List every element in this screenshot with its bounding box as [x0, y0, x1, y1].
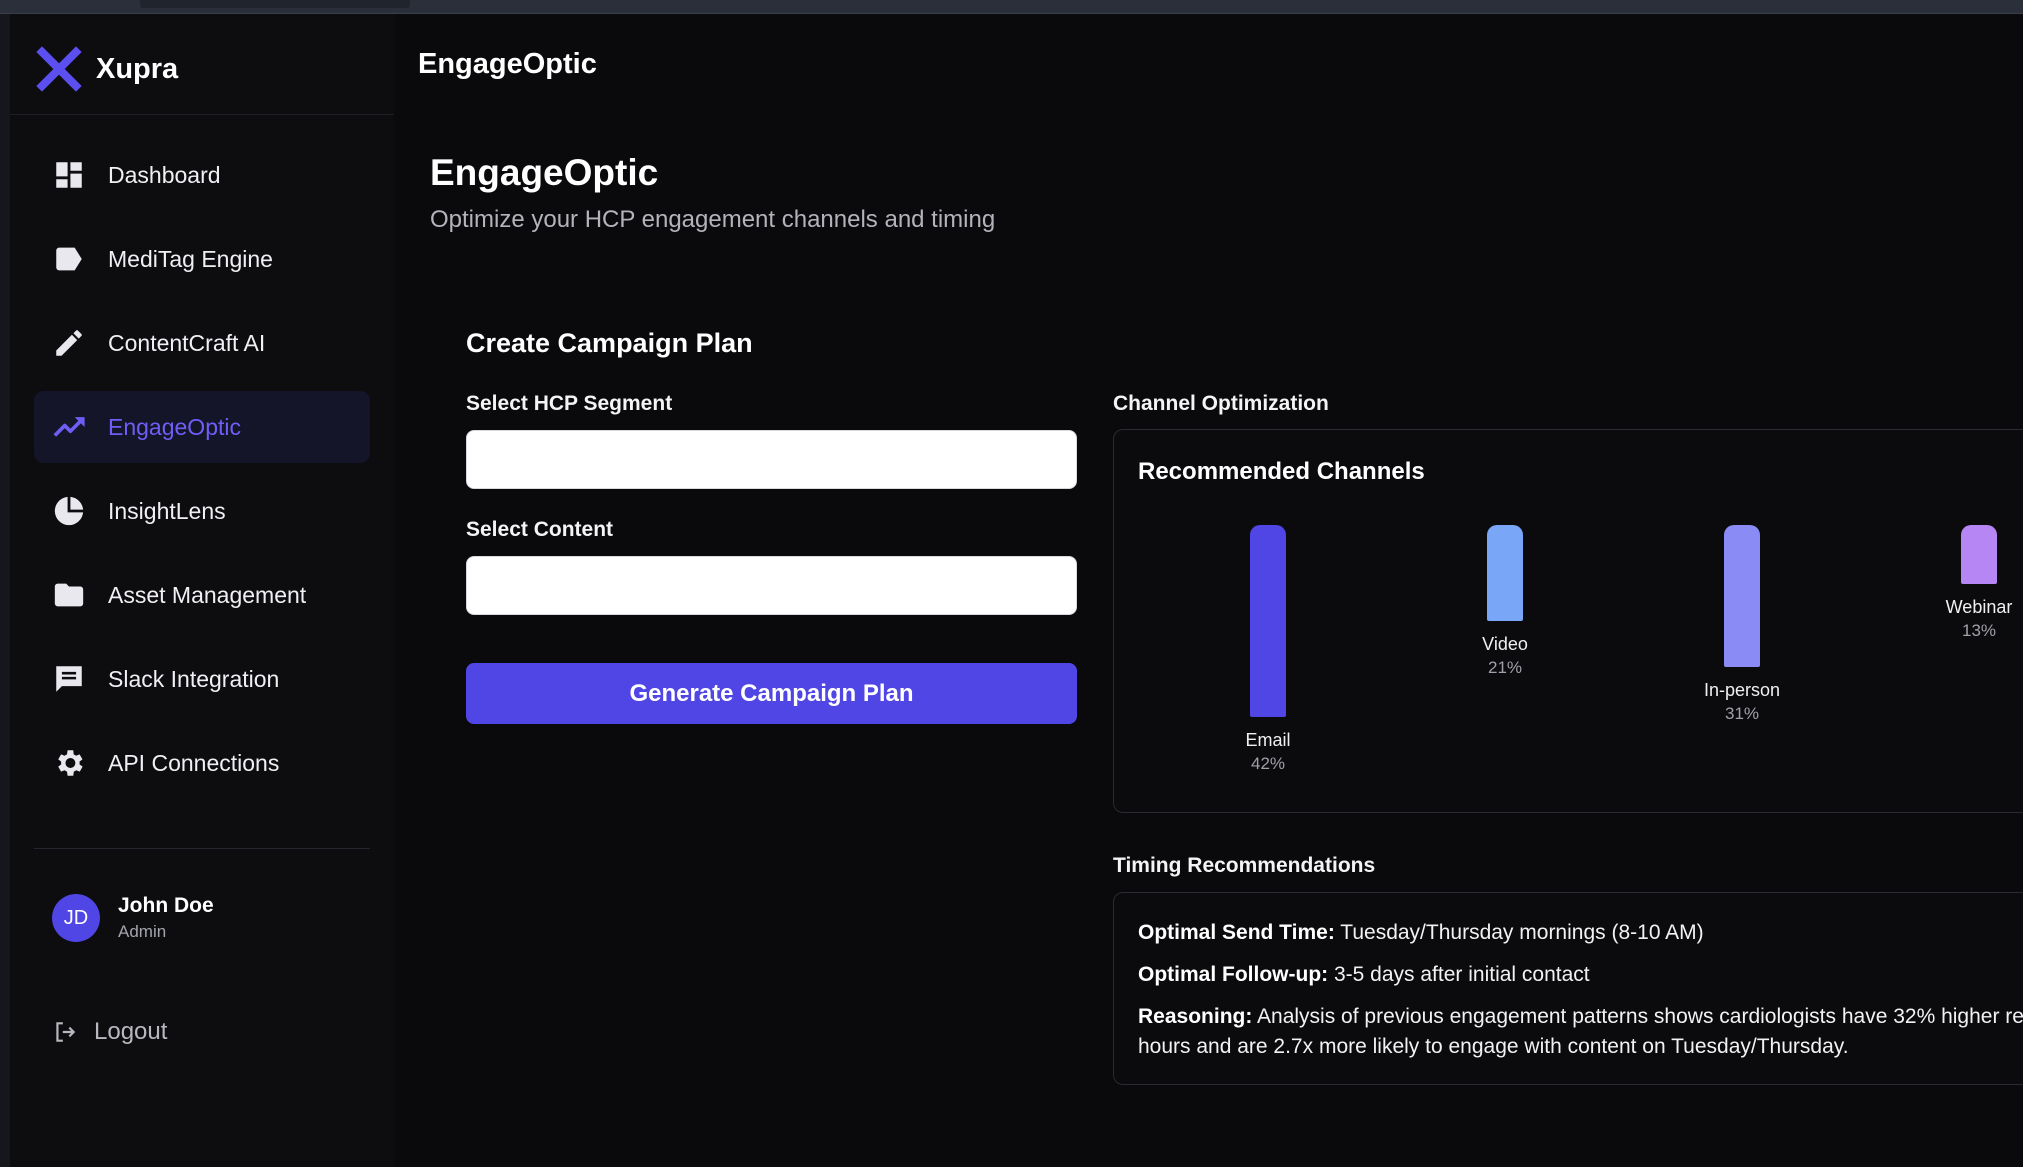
logout-label: Logout — [94, 1018, 168, 1045]
bar-value-email: 42% — [1250, 754, 1286, 773]
reasoning-continued: hours and are 2.7x more likely to engage… — [1138, 1032, 1849, 1062]
chat-icon — [52, 662, 86, 696]
bar-label-webinar: Webinar — [1945, 597, 2013, 617]
followup-value: 3-5 days after initial contact — [1333, 963, 1590, 986]
folder-icon — [52, 578, 86, 612]
segment-label: Select HCP Segment — [466, 392, 673, 415]
sidebar-item-contentcraft-ai[interactable]: ContentCraft AI — [34, 307, 370, 379]
reasoning-label: Reasoning: — [1138, 1005, 1253, 1028]
pencil-icon — [52, 326, 86, 360]
page-title: EngageOptic — [430, 152, 659, 193]
sidebar-item-label: ContentCraft AI — [108, 329, 266, 356]
recommended-channels-title: Recommended Channels — [1138, 458, 1425, 485]
campaign-form-title: Create Campaign Plan — [466, 328, 753, 358]
window-edge — [0, 14, 10, 1167]
sidebar-nav: Dashboard MediTag Engine ContentCraft AI… — [34, 139, 370, 811]
sidebar-item-label: Asset Management — [108, 581, 307, 608]
sidebar-item-dashboard[interactable]: Dashboard — [34, 139, 370, 211]
send-time-label: Optimal Send Time: — [1138, 921, 1335, 944]
topbar-title: EngageOptic — [418, 48, 597, 80]
bar-value-video: 21% — [1487, 658, 1523, 677]
sidebar-item-slack-integration[interactable]: Slack Integration — [34, 643, 370, 715]
gear-icon — [52, 746, 86, 780]
brand-name: Xupra — [96, 52, 179, 85]
timing-recommendations-label: Timing Recommendations — [1113, 854, 1376, 877]
sidebar-item-label: MediTag Engine — [108, 245, 273, 272]
generate-campaign-plan-button[interactable]: Generate Campaign Plan — [466, 663, 1077, 724]
followup-label: Optimal Follow-up: — [1138, 963, 1329, 986]
logout-icon — [56, 1022, 76, 1042]
sidebar-item-label: Slack Integration — [108, 665, 280, 692]
bar-email — [1250, 525, 1286, 717]
sidebar-item-meditag-engine[interactable]: MediTag Engine — [34, 223, 370, 295]
avatar: JD — [52, 894, 100, 942]
trending-up-icon — [52, 410, 86, 444]
segment-select[interactable] — [466, 430, 1077, 489]
browser-chrome — [0, 0, 2023, 14]
user-profile[interactable]: JD John Doe Admin — [52, 894, 214, 942]
sidebar-item-api-connections[interactable]: API Connections — [34, 727, 370, 799]
sidebar-item-label: API Connections — [108, 749, 280, 776]
content-label: Select Content — [466, 518, 614, 541]
bar-in-person — [1724, 525, 1760, 667]
logout-button[interactable]: Logout — [52, 1018, 167, 1046]
sidebar-item-label: EngageOptic — [108, 413, 241, 440]
sidebar-item-label: Dashboard — [108, 161, 221, 188]
bar-label-video: Video — [1482, 634, 1528, 654]
send-time-value: Tuesday/Thursday mornings (8-10 AM) — [1340, 921, 1704, 944]
optimal-send-time: Optimal Send Time: Tuesday/Thursday morn… — [1138, 918, 1704, 948]
timing-recommendations-panel: Optimal Send Time: Tuesday/Thursday morn… — [1113, 892, 2023, 1085]
channel-optimization-panel: Recommended Channels Email 42% Video 21% In-… — [1113, 429, 2023, 813]
optimal-follow-up: Optimal Follow-up: 3-5 days after initia… — [1138, 960, 1590, 990]
brand[interactable]: Xupra — [36, 46, 178, 92]
sidebar-item-engageoptic[interactable]: EngageOptic — [34, 391, 370, 463]
user-name: John Doe — [118, 894, 214, 917]
tag-icon — [52, 242, 86, 276]
bar-value-in-person: 31% — [1724, 704, 1760, 723]
pie-chart-icon — [52, 494, 86, 528]
sidebar: Xupra Dashboard MediTag Engine ContentCr… — [10, 14, 394, 1167]
user-role: Admin — [118, 922, 167, 941]
address-bar[interactable] — [140, 0, 410, 8]
reasoning-text-line2: hours and are 2.7x more likely to engage… — [1138, 1035, 1849, 1058]
sidebar-divider — [10, 114, 394, 115]
sidebar-item-label: InsightLens — [108, 497, 226, 524]
content-select[interactable] — [466, 556, 1077, 615]
bar-webinar — [1961, 525, 1997, 584]
dashboard-icon — [52, 158, 86, 192]
bar-value-webinar: 13% — [1961, 621, 1997, 640]
xupra-logo-icon — [36, 46, 82, 92]
sidebar-divider — [34, 848, 370, 849]
bar-label-in-person: In-person — [1703, 680, 1781, 700]
sidebar-item-insightlens[interactable]: InsightLens — [34, 475, 370, 547]
reasoning-text-line1: Analysis of previous engagement patterns… — [1257, 1005, 2023, 1028]
bar-label-email: Email — [1245, 730, 1291, 750]
bar-video — [1487, 525, 1523, 621]
sidebar-item-asset-management[interactable]: Asset Management — [34, 559, 370, 631]
channel-optimization-label: Channel Optimization — [1113, 392, 1329, 415]
reasoning: Reasoning: Analysis of previous engageme… — [1138, 1002, 2023, 1032]
page-subtitle: Optimize your HCP engagement channels an… — [430, 206, 996, 233]
